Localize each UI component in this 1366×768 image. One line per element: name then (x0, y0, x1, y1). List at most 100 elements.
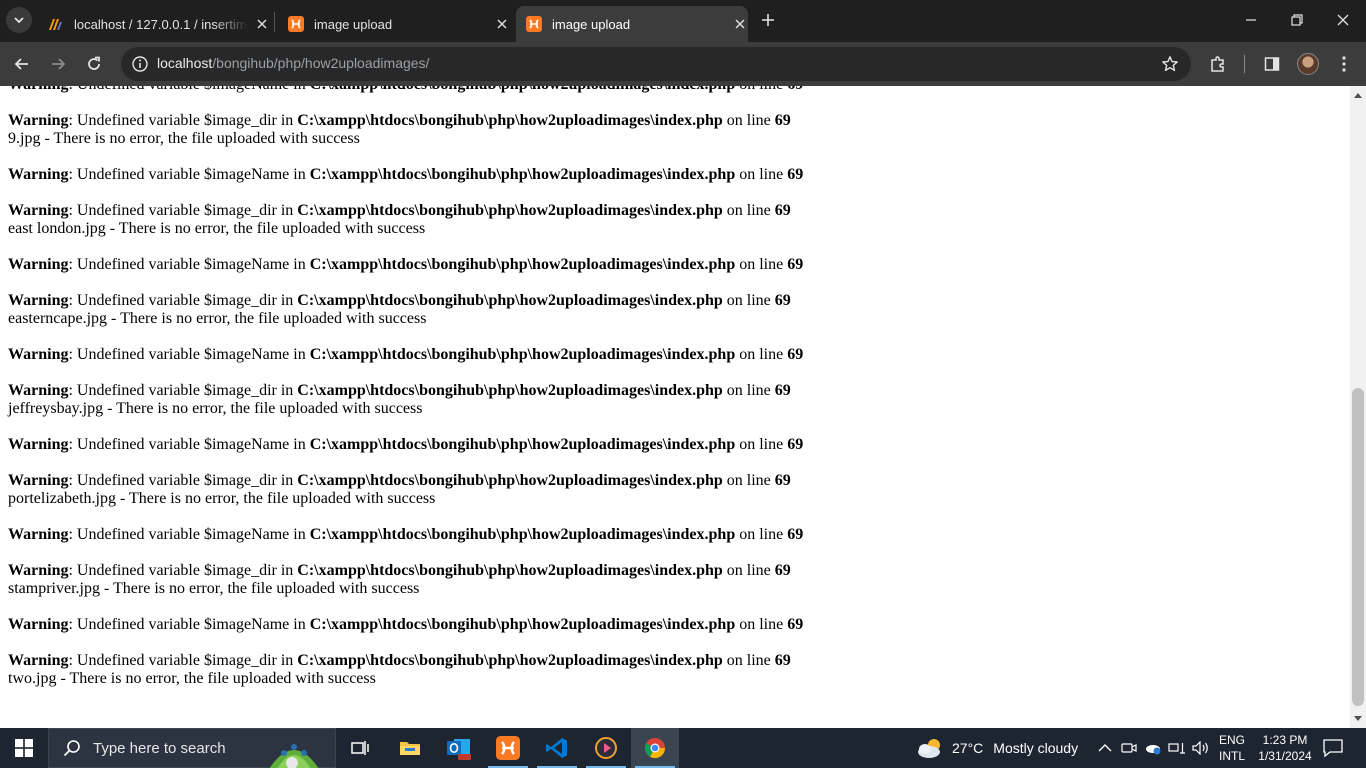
warning-file-path: C:\xampp\htdocs\bongihub\php\how2uploadi… (310, 86, 736, 93)
warning-file-path: C:\xampp\htdocs\bongihub\php\how2uploadi… (297, 562, 723, 579)
new-tab-button[interactable] (758, 10, 778, 30)
weather-description: Mostly cloudy (993, 740, 1079, 756)
close-window-button[interactable] (1320, 0, 1366, 40)
start-button[interactable] (0, 728, 48, 768)
meet-now-icon[interactable] (1120, 739, 1138, 757)
minimize-button[interactable] (1228, 0, 1274, 40)
warning-message: : Undefined variable $imageName in (68, 86, 309, 93)
close-icon[interactable] (494, 16, 510, 32)
tab-phpmyadmin[interactable]: localhost / 127.0.0.1 / insertimage (38, 6, 270, 42)
menu-button[interactable] (1330, 50, 1358, 78)
outlook-button[interactable] (435, 728, 483, 768)
weather-widget[interactable]: 27°C Mostly cloudy (916, 728, 1078, 768)
system-clock[interactable]: 1:23 PM 1/31/2024 (1250, 732, 1320, 764)
close-icon[interactable] (254, 16, 270, 32)
upload-result-entry: Warning: Undefined variable $imageName i… (8, 256, 803, 346)
forward-button[interactable] (44, 50, 72, 78)
warning-label: Warning (8, 436, 69, 453)
puzzle-icon (1211, 56, 1224, 72)
kebab-menu-icon (1342, 56, 1346, 72)
warning-line-number: 69 (774, 562, 791, 579)
warning-line-number: 69 (787, 526, 804, 543)
scroll-down-arrow-icon[interactable] (1350, 712, 1366, 726)
chrome-button[interactable] (631, 728, 679, 768)
warning-file-path: C:\xampp\htdocs\bongihub\php\how2uploadi… (297, 292, 723, 309)
php-warning-line: Warning: Undefined variable $imageName i… (8, 346, 803, 364)
upload-success-message: jeffreysbay.jpg - There is no error, the… (8, 400, 423, 417)
warning-label: Warning (8, 652, 69, 669)
back-button[interactable] (8, 50, 36, 78)
warning-on-line: on line (735, 166, 788, 183)
warning-message: : Undefined variable $image_dir in (68, 562, 298, 579)
scrollbar-thumb[interactable] (1352, 388, 1364, 706)
close-icon[interactable] (732, 16, 748, 32)
arrow-right-icon (52, 58, 66, 70)
cloudy-weather-icon (918, 739, 940, 758)
warning-message: : Undefined variable $image_dir in (68, 382, 298, 399)
warning-on-line: on line (722, 562, 775, 579)
reload-button[interactable] (80, 50, 108, 78)
xampp-button[interactable] (484, 728, 532, 768)
file-explorer-button[interactable] (386, 728, 434, 768)
xampp-icon (496, 736, 520, 760)
notification-icon[interactable] (1322, 738, 1344, 758)
reload-icon (88, 56, 100, 70)
star-icon[interactable] (1161, 55, 1179, 73)
warning-message: : Undefined variable $imageName in (68, 436, 310, 453)
restore-button[interactable] (1274, 0, 1320, 40)
warning-line-number: 69 (787, 436, 804, 453)
tab-search-button[interactable] (6, 7, 32, 33)
warning-message: : Undefined variable $image_dir in (68, 112, 298, 129)
task-view-icon (351, 741, 369, 755)
vscode-button[interactable] (533, 728, 581, 768)
side-panel-button[interactable] (1258, 50, 1286, 78)
tab-image-upload-active[interactable]: image upload (516, 6, 748, 42)
php-warning-line: Warning: Undefined variable $image_dir i… (8, 292, 803, 310)
network-icon[interactable] (1168, 739, 1186, 757)
warning-on-line: on line (722, 652, 775, 669)
warning-label: Warning (8, 292, 69, 309)
tab-image-upload[interactable]: image upload (278, 6, 510, 42)
input-language[interactable]: ENG INTL (1219, 732, 1245, 764)
info-icon[interactable] (131, 55, 149, 73)
warning-message: : Undefined variable $imageName in (68, 616, 310, 633)
profile-avatar[interactable] (1297, 53, 1319, 75)
keyboard-layout: INTL (1219, 749, 1246, 763)
warning-message: : Undefined variable $image_dir in (68, 472, 298, 489)
taskbar-search[interactable]: Type here to search (48, 728, 336, 768)
warning-label: Warning (8, 382, 69, 399)
address-bar[interactable]: localhost/bongihub/php/how2uploadimages/ (121, 47, 1191, 81)
toolbar-divider (1244, 55, 1245, 73)
language-code: ENG (1219, 733, 1246, 747)
extensions-button[interactable] (1204, 50, 1232, 78)
weather-temperature: 27°C (952, 740, 984, 756)
warning-line-number: 69 (774, 292, 791, 309)
php-warning-line: Warning: Undefined variable $image_dir i… (8, 562, 803, 580)
upload-result-entry: Warning: Undefined variable $imageName i… (8, 436, 803, 526)
upload-result-entry: Warning : Undefined variable $imageName i… (8, 616, 803, 706)
url-text[interactable]: localhost/bongihub/php/how2uploadimages/ (157, 55, 429, 71)
xampp-icon (288, 16, 304, 32)
scroll-up-arrow-icon[interactable] (1350, 88, 1366, 102)
onedrive-icon[interactable] (1144, 739, 1162, 757)
php-warning-line: Warning: Undefined variable $imageName i… (8, 256, 803, 274)
upload-result-entry: Warning: Undefined variable $imageName i… (8, 346, 803, 436)
warning-on-line: on line (735, 346, 788, 363)
warning-file-path: C:\xampp\htdocs\bongihub\php\how2uploadi… (297, 652, 723, 669)
media-player-button[interactable] (582, 728, 630, 768)
minimize-icon (1246, 19, 1256, 21)
vertical-scrollbar[interactable] (1350, 86, 1366, 728)
chevron-up-icon[interactable] (1096, 739, 1114, 757)
clock-time: 1:23 PM (1262, 733, 1308, 747)
volume-icon[interactable] (1192, 739, 1210, 757)
warning-message: : Undefined variable $imageName in (68, 166, 310, 183)
chrome-icon (644, 738, 666, 759)
php-warning-line: Warning: Undefined variable $image_dir i… (8, 382, 803, 400)
warning-label: Warning (8, 166, 69, 183)
php-warning-line: Warning: Undefined variable $image_dir i… (8, 472, 803, 490)
task-view-button[interactable] (336, 728, 384, 768)
php-output: Warning: Undefined variable $imageName i… (8, 86, 803, 706)
warning-file-path: C:\xampp\htdocs\bongihub\php\how2uploadi… (309, 166, 736, 183)
restore-icon (1291, 14, 1303, 26)
warning-line-number: 69 (787, 346, 804, 363)
